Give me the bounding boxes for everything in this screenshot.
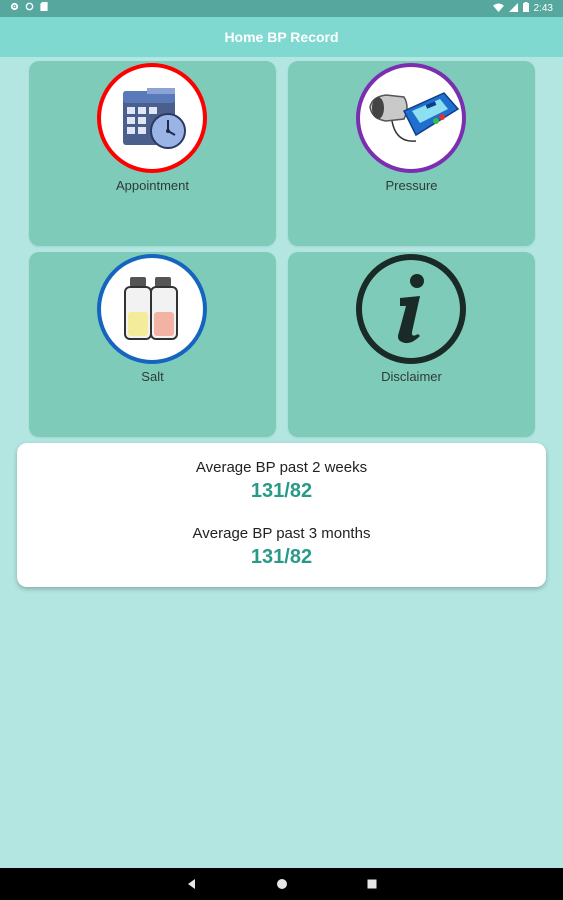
home-icon[interactable] xyxy=(274,876,290,892)
appointment-label: Appointment xyxy=(116,178,189,193)
info-icon xyxy=(356,254,466,364)
status-time: 2:43 xyxy=(533,3,553,14)
salt-tile[interactable]: Salt xyxy=(29,252,276,437)
average-bp-card: Average BP past 2 weeks 131/82 Average B… xyxy=(17,443,546,587)
average-2-weeks-label: Average BP past 2 weeks xyxy=(195,459,368,476)
battery-icon xyxy=(522,2,529,15)
pressure-label: Pressure xyxy=(385,178,438,193)
average-3-months-value: 131/82 xyxy=(250,546,313,568)
app-bar: Home BP Record xyxy=(0,17,563,57)
status-left-icons xyxy=(10,2,48,14)
average-2-weeks-value: 131/82 xyxy=(250,480,313,502)
wifi-icon xyxy=(492,2,504,15)
disclaimer-tile[interactable]: Disclaimer xyxy=(288,252,535,437)
navigation-bar xyxy=(0,868,563,900)
calendar-clock-icon xyxy=(97,63,207,173)
status-right-icons: 2:43 xyxy=(492,2,553,15)
recents-icon[interactable] xyxy=(364,876,380,892)
pressure-tile[interactable]: Pressure xyxy=(288,61,535,246)
signal-icon xyxy=(508,2,518,15)
status-bar: 2:43 xyxy=(0,0,563,17)
disclaimer-label: Disclaimer xyxy=(381,369,442,384)
salt-shakers-icon xyxy=(97,254,207,364)
circle-icon xyxy=(25,2,34,14)
sd-card-icon xyxy=(40,2,48,14)
appointment-tile[interactable]: Appointment xyxy=(29,61,276,246)
bp-monitor-icon xyxy=(356,63,466,173)
back-icon[interactable] xyxy=(184,876,200,892)
average-3-months-label: Average BP past 3 months xyxy=(192,525,371,542)
gear-icon xyxy=(10,2,19,14)
app-title: Home BP Record xyxy=(224,29,339,45)
salt-label: Salt xyxy=(141,369,164,384)
